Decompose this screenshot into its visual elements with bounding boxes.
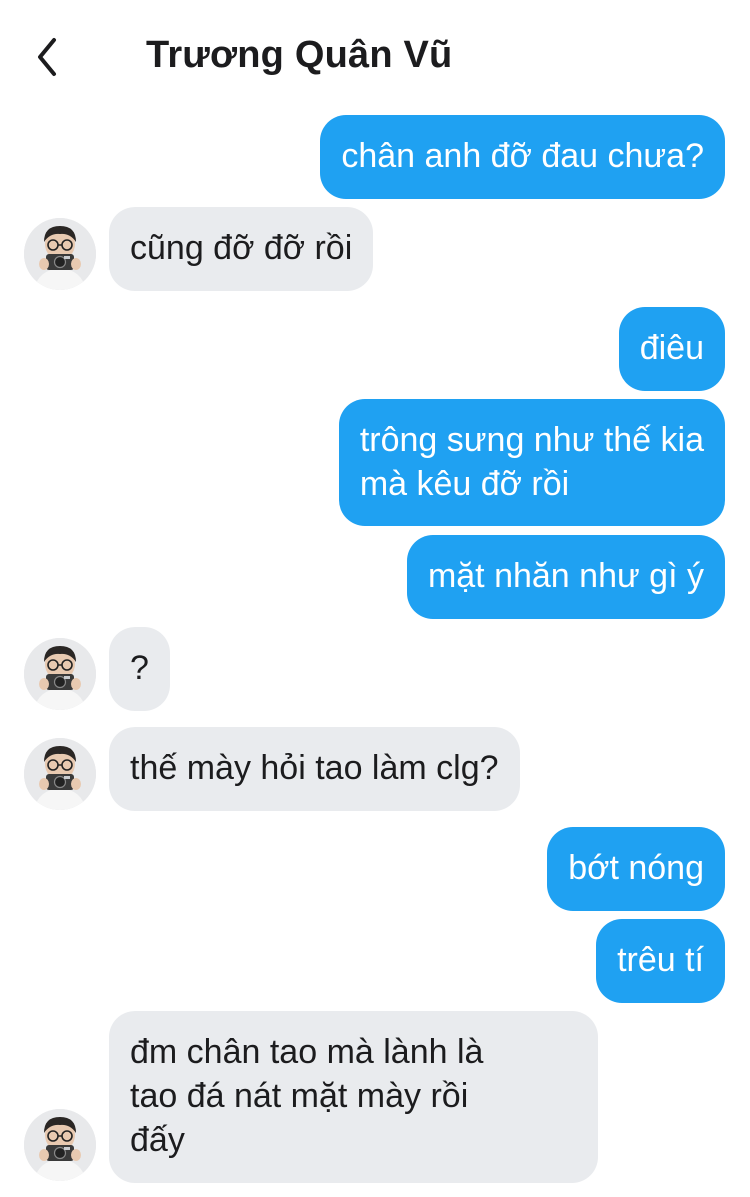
outgoing-message-bubble[interactable]: bớt nóng <box>547 827 725 911</box>
outgoing-message-bubble[interactable]: chân anh đỡ đau chưa? <box>320 115 725 199</box>
contact-avatar[interactable] <box>24 738 96 810</box>
outgoing-message-bubble[interactable]: mặt nhăn như gì ý <box>406 535 725 619</box>
incoming-message-bubble[interactable]: cũng đỡ đỡ rồi <box>109 207 374 291</box>
incoming-message-bubble[interactable]: đm chân tao mà lành là tao đá nát mặt mà… <box>109 1011 598 1183</box>
incoming-message-bubble[interactable]: ? <box>109 627 170 711</box>
contact-avatar[interactable] <box>24 218 96 290</box>
outgoing-message-bubble[interactable]: trêu tí <box>596 919 725 1003</box>
incoming-message-bubble[interactable]: thế mày hỏi tao làm clg? <box>109 727 520 811</box>
outgoing-message-bubble[interactable]: trông sưng như thế kia mà kêu đỡ rồi <box>338 399 725 526</box>
contact-avatar[interactable] <box>24 638 96 710</box>
contact-avatar[interactable] <box>24 1109 96 1181</box>
message-thread: chân anh đỡ đau chưa? cũng đỡ đỡ rồi điê… <box>0 0 750 1197</box>
outgoing-message-bubble[interactable]: điêu <box>618 307 725 391</box>
